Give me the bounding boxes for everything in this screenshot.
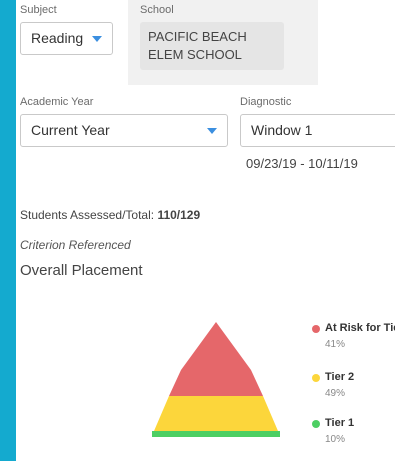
school-label: School bbox=[140, 4, 174, 16]
legend-at-risk-percent: 41% bbox=[325, 339, 346, 350]
pyramid-tier2-segment bbox=[154, 396, 278, 431]
legend-dot-tier1 bbox=[312, 420, 320, 428]
students-assessed-value: 110/129 bbox=[157, 208, 201, 222]
diagnostic-select[interactable]: Window 1 bbox=[240, 114, 395, 147]
subject-value: Reading bbox=[31, 30, 84, 46]
diagnostic-date-range: 09/23/19 - 10/11/19 bbox=[246, 156, 358, 171]
legend-dot-at-risk bbox=[312, 325, 320, 333]
pyramid-at-risk-base bbox=[169, 370, 263, 396]
overall-placement-heading: Overall Placement bbox=[20, 262, 143, 279]
diagnostic-value: Window 1 bbox=[251, 122, 313, 138]
legend-at-risk-name: At Risk for Tier bbox=[325, 322, 395, 334]
placement-pyramid bbox=[152, 322, 280, 437]
school-field: PACIFIC BEACH ELEM SCHOOL bbox=[140, 22, 284, 70]
pyramid-tier1-segment bbox=[152, 431, 280, 437]
legend-tier2-percent: 49% bbox=[325, 388, 346, 399]
subject-select[interactable]: Reading bbox=[20, 22, 113, 55]
main-panel: Subject Reading School PACIFIC BEACH ELE… bbox=[16, 0, 395, 461]
academic-year-value: Current Year bbox=[31, 122, 110, 138]
legend-tier2-name: Tier 2 bbox=[325, 371, 355, 383]
chevron-down-icon bbox=[207, 128, 217, 134]
chevron-down-icon bbox=[92, 36, 102, 42]
students-assessed: Students Assessed/Total: 110/129 bbox=[20, 208, 200, 222]
legend-tier1-name: Tier 1 bbox=[325, 417, 355, 429]
legend-tier1-percent: 10% bbox=[325, 434, 346, 445]
academic-year-label: Academic Year bbox=[20, 96, 94, 108]
pyramid-at-risk-segment bbox=[181, 322, 251, 370]
academic-year-select[interactable]: Current Year bbox=[20, 114, 228, 147]
school-value: PACIFIC BEACH ELEM SCHOOL bbox=[148, 29, 247, 62]
legend-dot-tier2 bbox=[312, 374, 320, 382]
subject-label: Subject bbox=[20, 4, 57, 16]
students-assessed-label: Students Assessed/Total: bbox=[20, 208, 155, 222]
criterion-label: Criterion Referenced bbox=[20, 238, 131, 252]
diagnostic-label: Diagnostic bbox=[240, 96, 292, 108]
